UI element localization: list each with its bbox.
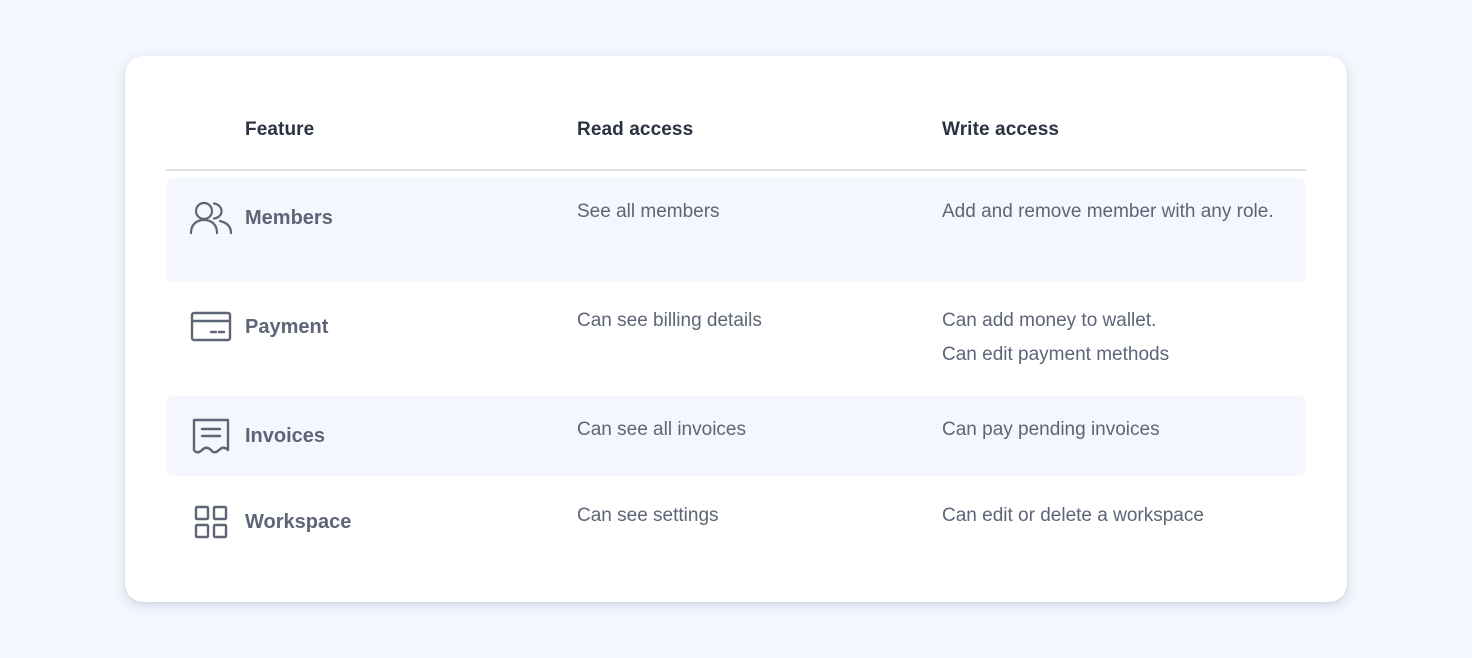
feature-name-workspace: Workspace — [245, 511, 352, 533]
read-access-invoices: Can see all invoices — [577, 419, 746, 440]
read-access-payment: Can see billing details — [577, 310, 762, 331]
permissions-table: Feature Read access Write access Members… — [166, 56, 1306, 539]
write-access-payment-line: Can add money to wallet. — [942, 310, 1157, 331]
read-access-workspace: Can see settings — [577, 505, 719, 526]
write-access-members: Add and remove member with any role. — [942, 201, 1274, 222]
grid-icon — [189, 502, 233, 542]
table-row-invoices: Invoices Can see all invoices Can pay pe… — [166, 396, 1306, 476]
read-access-members: See all members — [577, 201, 720, 222]
credit-card-icon — [189, 307, 233, 347]
feature-name-payment: Payment — [245, 316, 329, 338]
write-access-payment: Can add money to wallet. Can edit paymen… — [942, 304, 1282, 372]
table-row-members: Members See all members Add and remove m… — [166, 178, 1306, 282]
table-row-workspace: Workspace Can see settings Can edit or d… — [166, 482, 1306, 562]
write-access-invoices: Can pay pending invoices — [942, 419, 1160, 440]
table-row-payment: Payment Can see billing details Can add … — [166, 286, 1306, 392]
write-access-payment-line: Can edit payment methods — [942, 344, 1170, 365]
header-read-access: Read access — [577, 119, 694, 140]
feature-name-invoices: Invoices — [245, 425, 326, 447]
feature-name-members: Members — [245, 207, 333, 229]
receipt-icon — [189, 416, 233, 456]
header-write-access: Write access — [942, 119, 1060, 140]
write-access-workspace: Can edit or delete a workspace — [942, 505, 1204, 526]
table-header: Feature Read access Write access — [166, 56, 1306, 171]
permissions-card: Feature Read access Write access Members… — [125, 56, 1347, 602]
header-feature: Feature — [245, 119, 315, 140]
users-icon — [189, 198, 233, 238]
